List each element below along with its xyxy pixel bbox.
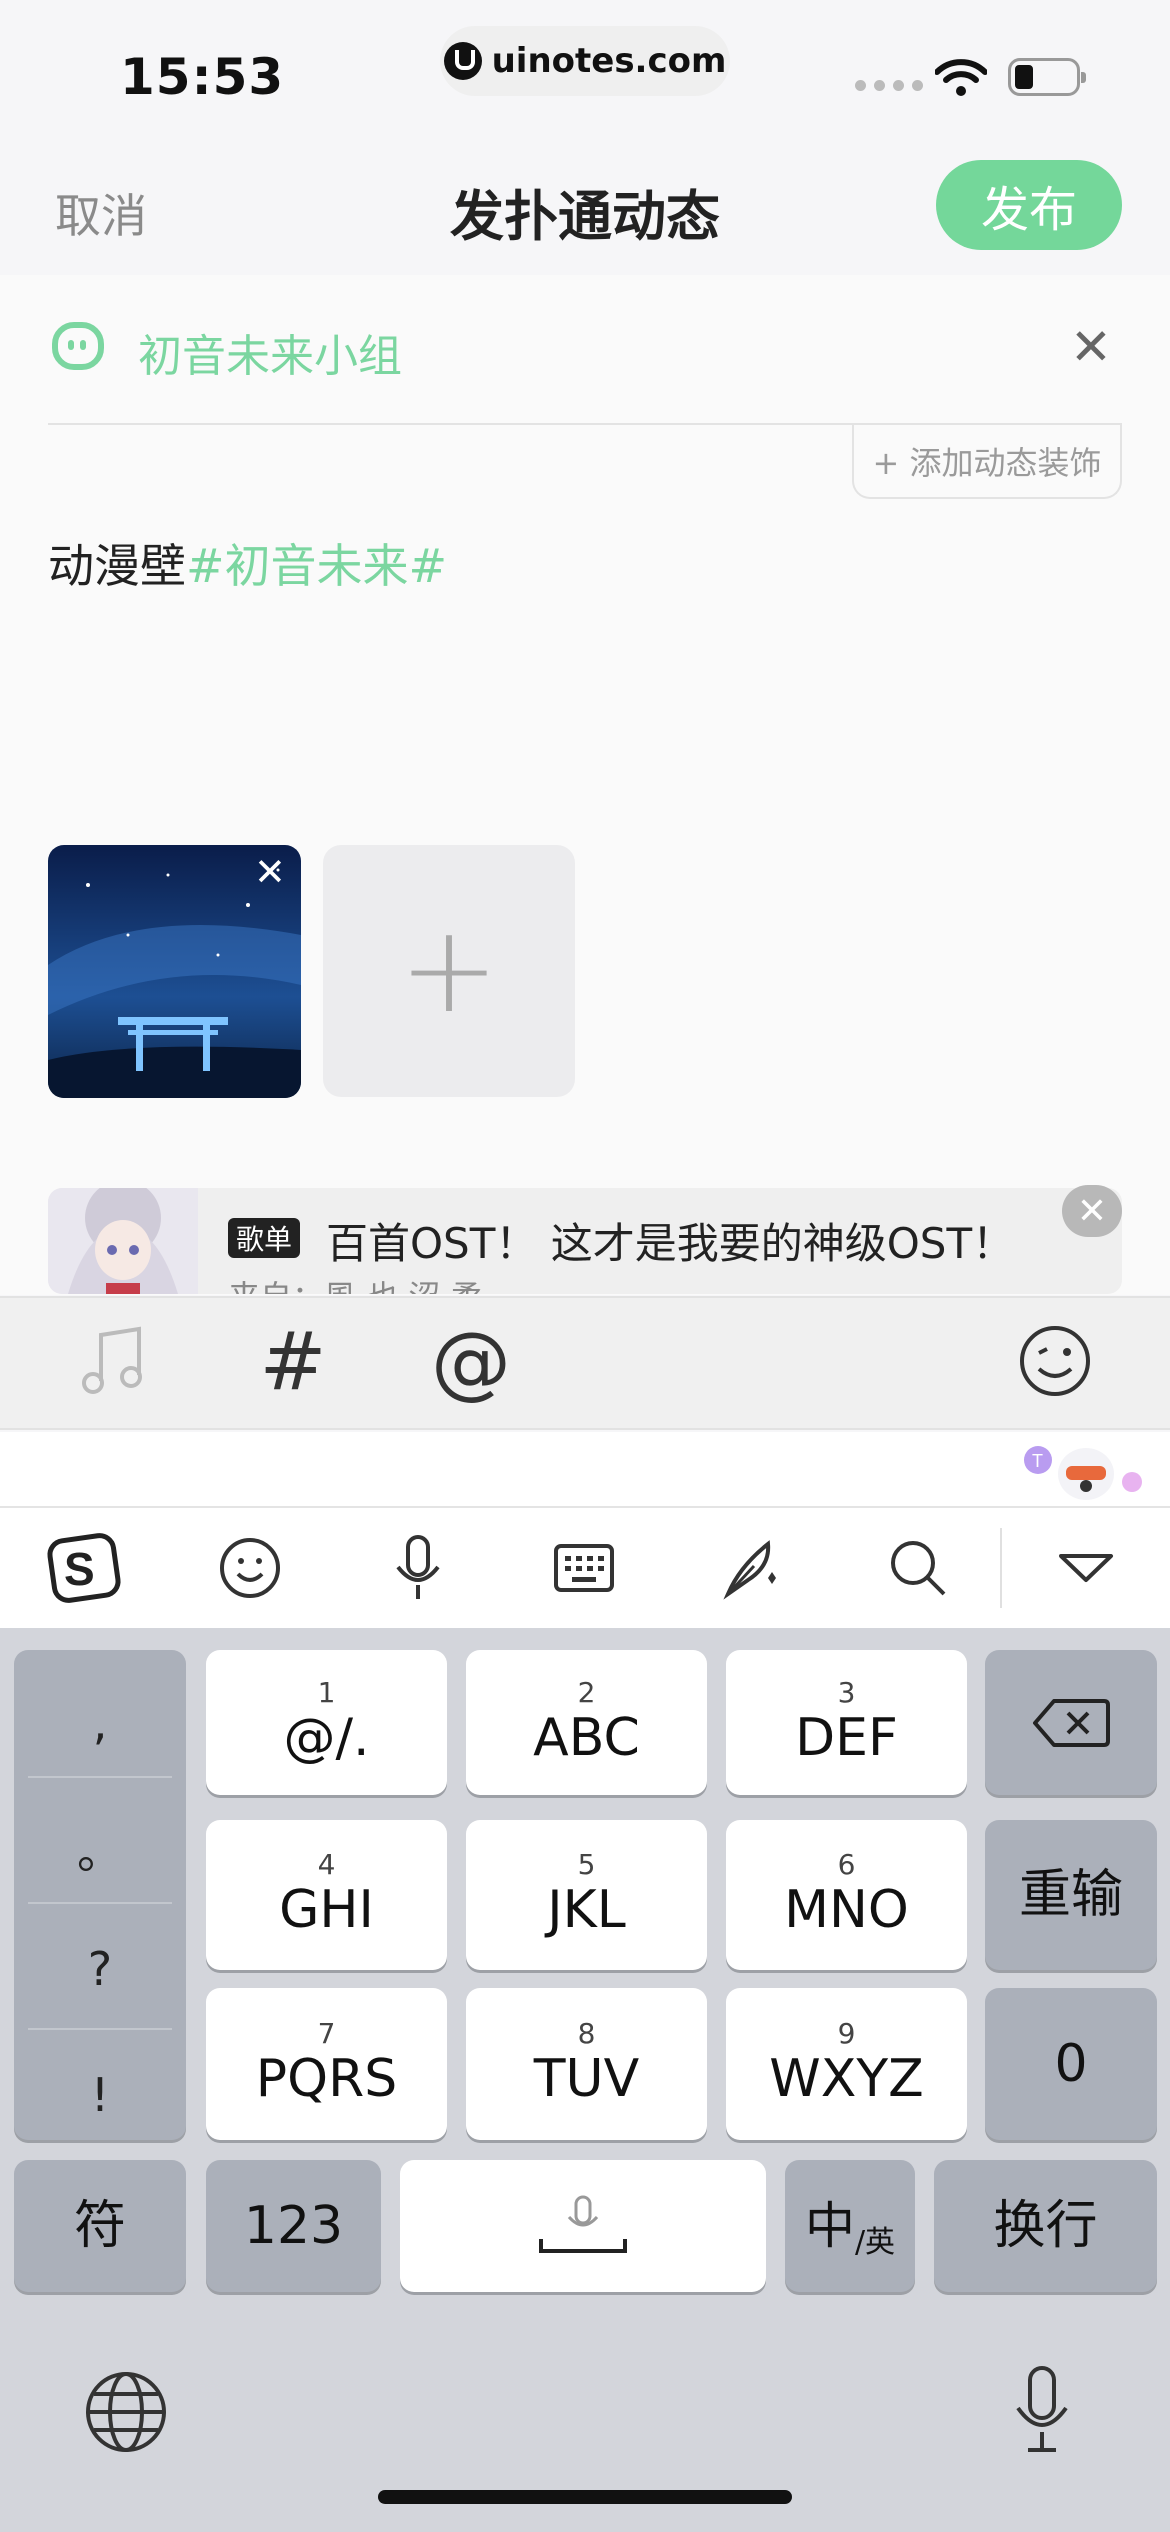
post-body-text: 动漫壁 [48, 539, 186, 593]
playlist-subtitle: 来自：風 也 涩 柔 [228, 1272, 483, 1294]
key-2[interactable]: 2 ABC [466, 1650, 707, 1795]
quill-icon[interactable] [714, 1530, 790, 1606]
post-text-input[interactable]: 动漫壁#初音未来# [48, 530, 447, 596]
numbers-key[interactable]: 123 [206, 2160, 381, 2292]
globe-icon[interactable] [84, 2370, 168, 2454]
remove-group-close-icon[interactable]: ✕ [1070, 322, 1112, 372]
group-name[interactable]: 初音未来小组 [138, 320, 402, 384]
music-note-icon[interactable] [68, 1316, 158, 1406]
punct-key[interactable]: ? [14, 1906, 186, 2031]
keyboard-icon[interactable] [546, 1530, 622, 1606]
url-pill: uinotes.com [440, 26, 730, 96]
reenter-key[interactable]: 重输 [985, 1820, 1157, 1970]
add-decoration-button[interactable]: + 添加动态装饰 [852, 425, 1122, 499]
key-6[interactable]: 6 MNO [726, 1820, 967, 1970]
playlist-cover-image [48, 1188, 198, 1294]
backspace-icon [1033, 1698, 1110, 1747]
space-mic-icon [539, 2195, 627, 2253]
keyboard-candidate-bar [0, 1432, 1170, 1508]
key-3[interactable]: 3 DEF [726, 1650, 967, 1795]
newline-key[interactable]: 换行 [934, 2160, 1157, 2292]
search-icon[interactable] [880, 1530, 956, 1606]
language-switch-key[interactable]: 中/英 [785, 2160, 915, 2292]
punct-key[interactable]: 。 [14, 1786, 186, 1911]
key-7[interactable]: 7 PQRS [206, 1988, 447, 2140]
punct-key[interactable]: ! [14, 2032, 186, 2157]
group-icon [52, 322, 104, 370]
wifi-icon [935, 59, 987, 96]
playlist-title: 百首OST！ 这才是我要的神级OST！ [326, 1219, 1015, 1268]
zero-key[interactable]: 0 [985, 1988, 1157, 2140]
sogou-logo-icon[interactable]: S [46, 1530, 122, 1606]
key-8[interactable]: 8 TUV [466, 1988, 707, 2140]
plus-icon: + [398, 901, 500, 1040]
status-time: 15:53 [120, 48, 285, 106]
space-key[interactable] [400, 2160, 766, 2292]
playlist-badge: 歌单 [228, 1218, 301, 1258]
key-5[interactable]: 5 JKL [466, 1820, 707, 1970]
add-image-button[interactable]: + [323, 845, 575, 1097]
publish-button[interactable]: 发布 [936, 160, 1122, 250]
key-1[interactable]: 1 @/. [206, 1650, 447, 1795]
at-icon[interactable]: @ [426, 1315, 516, 1408]
compose-toolbar [0, 1296, 1170, 1430]
microphone-icon[interactable] [380, 1530, 456, 1606]
remove-image-close-icon[interactable]: ✕ [254, 852, 286, 892]
url-text: uinotes.com [491, 41, 727, 81]
key-9[interactable]: 9 WXYZ [726, 1988, 967, 2140]
symbols-key[interactable]: 符 [14, 2160, 186, 2292]
post-topic-tag[interactable]: #初音未来# [186, 539, 447, 593]
key-4[interactable]: 4 GHI [206, 1820, 447, 1970]
battery-icon [1008, 58, 1086, 96]
svg-text:S: S [64, 1543, 95, 1595]
hash-icon[interactable]: # [248, 1315, 338, 1408]
home-indicator [378, 2490, 792, 2504]
smiley-icon[interactable] [212, 1530, 288, 1606]
punct-key[interactable]: , [14, 1660, 186, 1785]
chevron-down-icon[interactable] [1048, 1530, 1124, 1606]
dictation-microphone-icon[interactable] [1010, 2364, 1074, 2456]
emoji-icon[interactable] [1010, 1316, 1100, 1406]
backspace-key[interactable] [985, 1650, 1157, 1795]
site-logo-icon [443, 42, 482, 80]
svg-text:T: T [1032, 1451, 1043, 1471]
keyboard-function-bar: S [0, 1508, 1170, 1628]
mascot-icon: T [1024, 1446, 1142, 1500]
signal-dots-icon [855, 80, 923, 91]
remove-music-close-icon[interactable]: ✕ [1062, 1185, 1122, 1237]
